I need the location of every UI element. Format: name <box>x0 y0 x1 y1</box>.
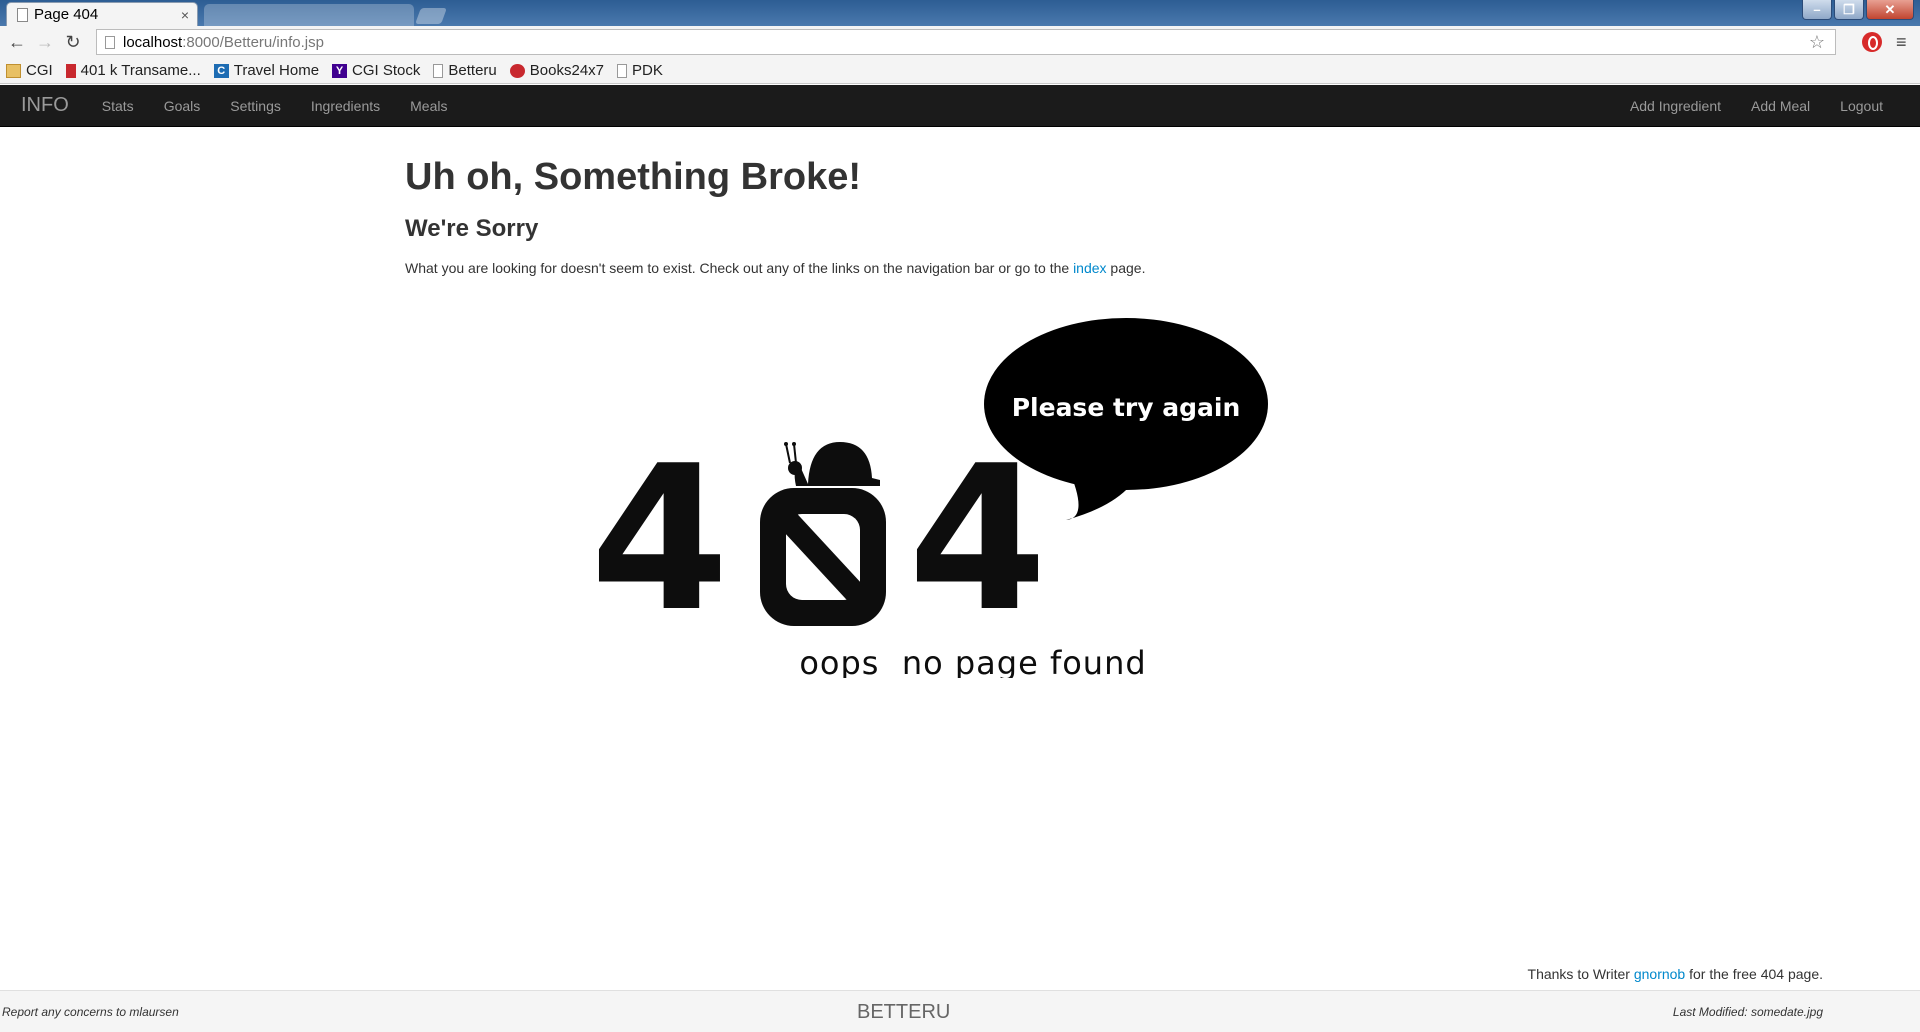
menu-icon[interactable]: ≡ <box>1896 32 1907 53</box>
nav-add-meal[interactable]: Add Meal <box>1736 98 1825 114</box>
nav-goals[interactable]: Goals <box>149 98 216 114</box>
page-icon <box>617 63 627 78</box>
error-message: What you are looking for doesn't seem to… <box>405 260 1146 276</box>
bookmark-books24x7[interactable]: Books24x7 <box>509 62 604 79</box>
main-content: Uh oh, Something Broke! We're Sorry What… <box>405 150 1505 278</box>
nav-add-ingredient[interactable]: Add Ingredient <box>1615 98 1736 114</box>
back-icon[interactable]: ← <box>6 31 28 53</box>
restore-button[interactable]: ❐ <box>1834 0 1864 20</box>
url-host: localhost <box>123 33 183 51</box>
footer-brand: BETTERU <box>857 1001 951 1023</box>
browser-titlebar: Page 404 × – ❐ ✕ <box>0 0 1920 26</box>
brand-link[interactable]: INFO <box>21 94 69 117</box>
bubble-text: Please try again <box>1012 393 1241 422</box>
reload-icon[interactable]: ↻ <box>62 31 84 53</box>
bookmark-cgi-stock[interactable]: Y CGI Stock <box>332 62 420 79</box>
books24x7-icon <box>509 63 525 78</box>
transamerica-icon <box>65 63 76 78</box>
illustration-caption: oops no page found <box>799 644 1146 678</box>
bookmark-pdk[interactable]: PDK <box>617 62 663 79</box>
app-navbar: INFO Stats Goals Settings Ingredients Me… <box>0 85 1920 127</box>
address-bar[interactable]: localhost:8000/Betteru/info.jsp ☆ <box>96 29 1836 55</box>
index-link[interactable]: index <box>1073 260 1106 276</box>
close-window-button[interactable]: ✕ <box>1866 0 1914 20</box>
opera-extension-icon[interactable] <box>1862 32 1882 52</box>
bookmark-betteru[interactable]: Betteru <box>433 62 497 79</box>
browser-toolbar: ← → ↻ localhost:8000/Betteru/info.jsp ☆ … <box>0 26 1920 58</box>
digit-four-left: 4 <box>590 423 729 656</box>
nav-ingredients[interactable]: Ingredients <box>296 98 395 114</box>
digit-four-right: 4 <box>908 423 1047 656</box>
zero-no-sign-icon <box>760 488 886 626</box>
forward-icon[interactable]: → <box>34 31 56 53</box>
folder-icon <box>6 63 21 78</box>
404-illustration: Please try again 4 4 oops no page found <box>590 318 1268 678</box>
footer-last-modified: Last Modified: somedate.jpg <box>1672 1005 1823 1019</box>
tab-background[interactable] <box>204 4 414 26</box>
page-title: Uh oh, Something Broke! <box>405 156 861 198</box>
page-subtitle: We're Sorry <box>405 215 539 242</box>
bookmark-401k[interactable]: 401 k Transame... <box>65 62 201 79</box>
snail-icon <box>784 442 880 486</box>
author-link[interactable]: gnornob <box>1634 966 1685 982</box>
page-icon <box>105 35 115 49</box>
bookmarks-bar: CGI 401 k Transame... C Travel Home Y CGI … <box>0 58 1920 84</box>
page-footer: Report any concerns to mlaursen BETTERU … <box>0 990 1920 1032</box>
page-icon <box>17 7 28 22</box>
nav-logout[interactable]: Logout <box>1825 98 1898 114</box>
nav-stats[interactable]: Stats <box>87 98 149 114</box>
tab-page-404[interactable]: Page 404 × <box>6 2 198 26</box>
close-tab-icon[interactable]: × <box>181 7 189 23</box>
bookmark-travel-home[interactable]: C Travel Home <box>213 62 319 79</box>
footer-contact: Report any concerns to mlaursen <box>2 1005 179 1019</box>
bookmark-cgi[interactable]: CGI <box>6 62 53 79</box>
yahoo-icon: Y <box>332 63 348 78</box>
bookmark-star-icon[interactable]: ☆ <box>1809 32 1825 53</box>
url-path: :8000/Betteru/info.jsp <box>182 33 324 51</box>
new-tab-button[interactable] <box>415 8 447 24</box>
credit-line: Thanks to Writer gnornob for the free 40… <box>1527 966 1823 982</box>
tab-title: Page 404 <box>34 6 99 23</box>
minimize-button[interactable]: – <box>1802 0 1832 20</box>
nav-meals[interactable]: Meals <box>395 98 462 114</box>
page-icon <box>433 63 444 78</box>
travel-icon: C <box>213 63 229 78</box>
nav-settings[interactable]: Settings <box>215 98 296 114</box>
